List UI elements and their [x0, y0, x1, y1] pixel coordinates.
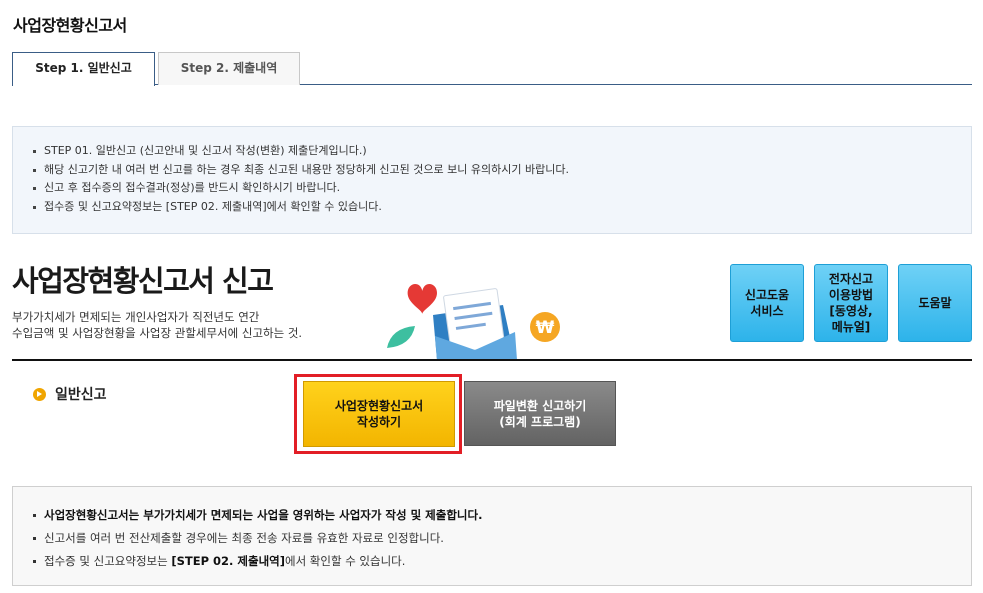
button-label: 도움말 — [918, 296, 952, 310]
arrow-bullet-icon — [33, 387, 46, 401]
button-label-line: 서비스 — [750, 304, 784, 318]
e-filing-guide-button[interactable]: 전자신고이용방법 [동영상, 메뉴얼] — [814, 264, 888, 342]
leaf-icon — [387, 326, 415, 348]
info-item: STEP 01. 일반신고 (신고안내 및 신고서 작성(변환) 제출단계입니다… — [33, 142, 971, 161]
hero-description-line: 부가가치세가 면제되는 개인사업자가 직전년도 연간 — [12, 310, 260, 324]
tab-step1-general-filing[interactable]: Step 1. 일반신고 — [12, 52, 155, 86]
notice-item: 접수증 및 신고요약정보는 [STEP 02. 제출내역]에서 확인할 수 있습… — [33, 550, 971, 573]
page-title: 사업장현황신고서 — [13, 16, 127, 35]
button-label-line: (회계 프로그램) — [499, 414, 581, 429]
help-button[interactable]: 도움말 — [898, 264, 972, 342]
notice-emphasis: 사업을 영위하는 사업자가 작성 및 제출합니다. — [257, 508, 483, 522]
notice-emphasis: [STEP 02. 제출내역] — [171, 554, 285, 568]
button-label-line: 이용방법 — [828, 288, 874, 302]
filing-help-service-button[interactable]: 신고도움서비스 — [730, 264, 804, 342]
notice-text: 접수증 및 신고요약정보는 — [44, 554, 172, 568]
hero-description-line: 수입금액 및 사업장현황을 사업장 관할세무서에 신고하는 것. — [12, 326, 303, 340]
button-label-line: 파일변환 신고하기 — [493, 398, 587, 413]
notice-box: 사업장현황신고서는 부가가치세가 면제되는 사업을 영위하는 사업자가 작성 및… — [12, 486, 972, 586]
button-label-line: [동영상, — [829, 304, 873, 318]
tax-filing-illustration: ₩ — [387, 283, 560, 360]
heart-icon — [407, 283, 437, 314]
button-label-line: 전자신고 — [828, 272, 874, 286]
notice-emphasis: 사업장현황신고서는 — [44, 508, 140, 522]
button-label-line: 메뉴얼] — [831, 320, 871, 334]
button-label-line: 신고도움 — [744, 288, 790, 302]
info-box: STEP 01. 일반신고 (신고안내 및 신고서 작성(변환) 제출단계입니다… — [12, 126, 972, 234]
notice-item: 신고서를 여러 번 전산제출할 경우에는 최종 전송 자료를 유효한 자료로 인… — [33, 527, 971, 550]
notice-text: 에서 확인할 수 있습니다. — [284, 554, 406, 568]
tab-bar: Step 1. 일반신고 Step 2. 제출내역 — [12, 52, 972, 86]
button-label-line: 작성하기 — [356, 415, 402, 429]
info-item: 신고 후 접수증의 접수결과(정상)를 반드시 확인하시기 바랍니다. — [33, 179, 971, 198]
hero-description: 부가가치세가 면제되는 개인사업자가 직전년도 연간 수입금액 및 사업장현황을… — [12, 309, 302, 341]
file-conversion-filing-button[interactable]: 파일변환 신고하기 (회계 프로그램) — [464, 381, 616, 446]
notice-item: 사업장현황신고서는 부가가치세가 면제되는 사업을 영위하는 사업자가 작성 및… — [33, 504, 971, 527]
info-item: 해당 신고기한 내 여러 번 신고를 하는 경우 최종 신고된 내용만 정당하게… — [33, 161, 971, 180]
notice-text: 부가가치세가 면제되는 — [139, 508, 258, 522]
button-label-line: 사업장현황신고서 — [334, 399, 424, 413]
svg-text:₩: ₩ — [536, 318, 555, 338]
write-report-button[interactable]: 사업장현황신고서작성하기 — [303, 381, 455, 447]
tab-step2-submission-history[interactable]: Step 2. 제출내역 — [158, 52, 300, 85]
hero-title: 사업장현황신고서 신고 — [12, 264, 274, 298]
section-divider — [12, 359, 972, 361]
general-filing-section-label: 일반신고 — [33, 384, 107, 404]
section-label-text: 일반신고 — [55, 387, 107, 403]
info-item: 접수증 및 신고요약정보는 [STEP 02. 제출내역]에서 확인할 수 있습… — [33, 198, 971, 217]
